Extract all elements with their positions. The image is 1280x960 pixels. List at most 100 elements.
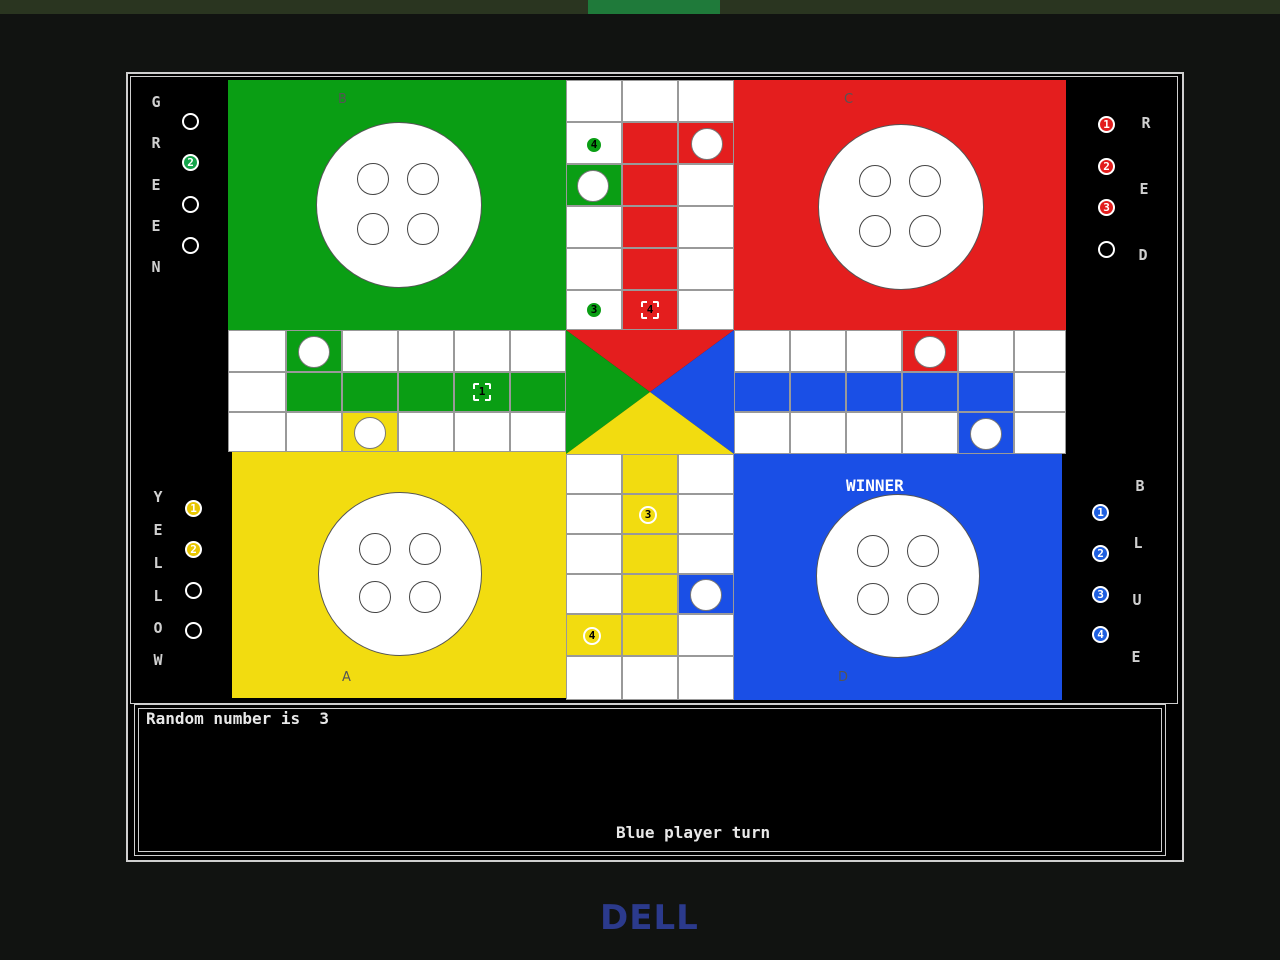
track-cell[interactable] xyxy=(566,206,622,248)
home-slot[interactable] xyxy=(857,535,889,567)
track-cell[interactable] xyxy=(902,412,958,454)
track-cell[interactable] xyxy=(678,454,734,494)
red-path-cell[interactable] xyxy=(622,248,678,290)
home-slot[interactable] xyxy=(857,583,889,615)
home-slot[interactable] xyxy=(357,163,389,195)
home-slot[interactable] xyxy=(859,215,891,247)
track-cell[interactable] xyxy=(622,656,678,700)
track-cell[interactable] xyxy=(566,454,622,494)
blue-token-4[interactable]: 4 xyxy=(1092,626,1109,643)
track-cell[interactable] xyxy=(958,330,1014,372)
yellow-token-2[interactable]: 2 xyxy=(185,541,202,558)
track-cell[interactable] xyxy=(566,248,622,290)
track-cell[interactable] xyxy=(566,534,622,574)
red-start-cell[interactable] xyxy=(678,122,734,164)
red-token-2[interactable]: 2 xyxy=(1098,158,1115,175)
red-token-4[interactable]: 4 xyxy=(641,301,659,319)
red-path-cell[interactable] xyxy=(622,164,678,206)
track-cell[interactable] xyxy=(678,290,734,330)
track-cell[interactable] xyxy=(734,412,790,454)
track-cell[interactable] xyxy=(678,494,734,534)
red-token-1[interactable]: 1 xyxy=(1098,116,1115,133)
track-cell[interactable] xyxy=(790,412,846,454)
home-slot[interactable] xyxy=(359,533,391,565)
track-cell[interactable] xyxy=(398,330,454,372)
home-slot[interactable] xyxy=(909,215,941,247)
track-cell[interactable] xyxy=(566,494,622,534)
track-cell[interactable] xyxy=(1014,372,1066,412)
track-cell[interactable] xyxy=(566,80,622,122)
safe-cell[interactable] xyxy=(678,574,734,614)
track-cell[interactable] xyxy=(398,412,454,452)
green-path-cell[interactable] xyxy=(286,372,342,412)
yellow-token-4[interactable]: 4 xyxy=(583,627,601,645)
green-token-slot[interactable] xyxy=(182,237,199,254)
safe-cell[interactable] xyxy=(566,164,622,206)
track-cell[interactable] xyxy=(566,656,622,700)
home-slot[interactable] xyxy=(359,581,391,613)
track-cell[interactable] xyxy=(454,412,510,452)
track-cell[interactable] xyxy=(678,80,734,122)
home-slot[interactable] xyxy=(407,213,439,245)
home-slot[interactable] xyxy=(407,163,439,195)
home-slot[interactable] xyxy=(907,535,939,567)
green-path-cell[interactable] xyxy=(342,372,398,412)
track-cell[interactable] xyxy=(228,372,286,412)
green-token-1[interactable]: 1 xyxy=(473,383,491,401)
blue-path-cell[interactable] xyxy=(734,372,790,412)
track-cell[interactable] xyxy=(678,206,734,248)
green-path-cell[interactable] xyxy=(398,372,454,412)
red-token-3[interactable]: 3 xyxy=(1098,199,1115,216)
home-slot[interactable] xyxy=(907,583,939,615)
home-slot[interactable] xyxy=(909,165,941,197)
home-slot[interactable] xyxy=(357,213,389,245)
track-cell[interactable] xyxy=(510,330,566,372)
track-cell[interactable] xyxy=(342,330,398,372)
yellow-path-cell[interactable] xyxy=(622,574,678,614)
home-slot[interactable] xyxy=(409,581,441,613)
yellow-token-slot[interactable] xyxy=(185,622,202,639)
yellow-token-slot[interactable] xyxy=(185,582,202,599)
blue-path-cell[interactable] xyxy=(902,372,958,412)
track-cell[interactable] xyxy=(678,248,734,290)
red-path-cell[interactable] xyxy=(622,206,678,248)
yellow-path-cell[interactable] xyxy=(622,454,678,494)
green-token-3[interactable]: 3 xyxy=(585,301,603,319)
track-cell[interactable] xyxy=(678,656,734,700)
blue-start-cell[interactable] xyxy=(958,412,1014,454)
track-cell[interactable] xyxy=(454,330,510,372)
track-cell[interactable] xyxy=(678,534,734,574)
track-cell[interactable] xyxy=(846,330,902,372)
track-cell[interactable] xyxy=(228,330,286,372)
blue-path-cell[interactable] xyxy=(958,372,1014,412)
blue-path-cell[interactable] xyxy=(790,372,846,412)
blue-path-cell[interactable] xyxy=(846,372,902,412)
green-token-slot[interactable] xyxy=(182,113,199,130)
yellow-path-cell[interactable] xyxy=(622,614,678,656)
blue-token-1[interactable]: 1 xyxy=(1092,504,1109,521)
track-cell[interactable] xyxy=(790,330,846,372)
track-cell[interactable] xyxy=(566,574,622,614)
home-slot[interactable] xyxy=(409,533,441,565)
green-start-cell[interactable] xyxy=(286,330,342,372)
safe-cell[interactable] xyxy=(342,412,398,452)
track-cell[interactable] xyxy=(846,412,902,454)
track-cell[interactable] xyxy=(678,614,734,656)
safe-cell[interactable] xyxy=(902,330,958,372)
green-token-slot[interactable] xyxy=(182,196,199,213)
track-cell[interactable] xyxy=(1014,330,1066,372)
yellow-token-1[interactable]: 1 xyxy=(185,500,202,517)
track-cell[interactable] xyxy=(678,164,734,206)
yellow-token-3[interactable]: 3 xyxy=(639,506,657,524)
track-cell[interactable] xyxy=(1014,412,1066,454)
yellow-path-cell[interactable] xyxy=(622,534,678,574)
green-path-cell[interactable] xyxy=(510,372,566,412)
green-token-2[interactable]: 2 xyxy=(182,154,199,171)
track-cell[interactable] xyxy=(510,412,566,452)
blue-token-2[interactable]: 2 xyxy=(1092,545,1109,562)
track-cell[interactable] xyxy=(734,330,790,372)
track-cell[interactable] xyxy=(622,80,678,122)
blue-token-3[interactable]: 3 xyxy=(1092,586,1109,603)
track-cell[interactable] xyxy=(228,412,286,452)
red-path-cell[interactable] xyxy=(622,122,678,164)
